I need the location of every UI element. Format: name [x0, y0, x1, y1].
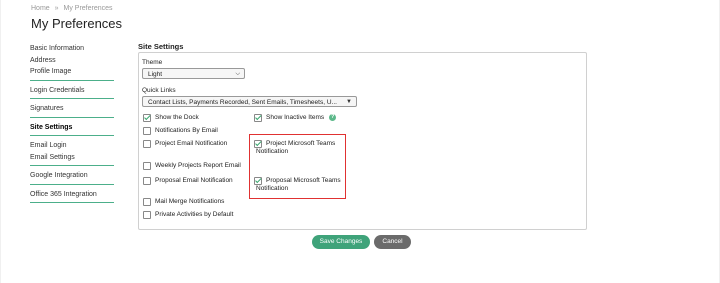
sidebar-group-profile: Basic Information Address Profile Image — [30, 42, 114, 81]
sidebar-item-email-settings[interactable]: Email Settings — [30, 152, 114, 164]
notifications-by-email-option: Notifications By Email — [143, 127, 218, 135]
chevron-down-icon: ⌵ — [235, 71, 240, 77]
sidebar-item-signatures[interactable]: Signatures — [30, 103, 114, 115]
show-dock-checkbox[interactable] — [143, 114, 151, 122]
theme-label: Theme — [142, 59, 163, 66]
private-activities-checkbox[interactable] — [143, 211, 151, 219]
sidebar-group-signatures: Signatures — [30, 102, 114, 118]
sidebar-item-login-credentials[interactable]: Login Credentials — [30, 85, 114, 97]
mail-merge-notifications-option: Mail Merge Notifications — [143, 198, 224, 206]
breadcrumb: Home » My Preferences — [31, 5, 116, 12]
breadcrumb-current: My Preferences — [63, 5, 113, 12]
show-dock-option: Show the Dock — [143, 114, 199, 122]
sidebar-item-profile-image[interactable]: Profile Image — [30, 66, 114, 78]
sidebar-item-address[interactable]: Address — [30, 55, 114, 67]
cancel-button[interactable]: Cancel — [374, 235, 411, 249]
sidebar-group-email: Email Login Email Settings — [30, 139, 114, 166]
mail-merge-notifications-checkbox[interactable] — [143, 198, 151, 206]
breadcrumb-separator: » — [54, 5, 59, 12]
quick-links-select-value: Contact Lists, Payments Recorded, Sent E… — [148, 99, 337, 106]
weekly-projects-report-option: Weekly Projects Report Email — [143, 162, 241, 170]
sidebar-group-office365: Office 365 Integration — [30, 188, 114, 203]
quick-links-select[interactable]: Contact Lists, Payments Recorded, Sent E… — [142, 96, 357, 107]
notifications-by-email-label: Notifications By Email — [155, 127, 218, 134]
show-inactive-label: Show Inactive Items — [266, 114, 325, 121]
sidebar: Basic Information Address Profile Image … — [30, 42, 114, 206]
breadcrumb-home[interactable]: Home — [31, 5, 50, 12]
save-changes-button[interactable]: Save Changes — [312, 235, 370, 249]
theme-select-value: Light — [148, 71, 163, 78]
show-dock-label: Show the Dock — [155, 114, 199, 121]
section-title: Site Settings — [138, 42, 184, 51]
notifications-by-email-checkbox[interactable] — [143, 127, 151, 135]
proposal-email-notification-option: Proposal Email Notification — [143, 177, 233, 185]
help-icon[interactable]: ? — [329, 114, 337, 121]
sidebar-item-office365-integration[interactable]: Office 365 Integration — [30, 189, 114, 201]
sidebar-group-login: Login Credentials — [30, 84, 114, 99]
sidebar-item-site-settings[interactable]: Site Settings — [30, 122, 114, 134]
sidebar-item-email-login[interactable]: Email Login — [30, 140, 114, 152]
weekly-projects-report-label: Weekly Projects Report Email — [155, 162, 241, 169]
sidebar-group-google: Google Integration — [30, 169, 114, 185]
private-activities-label: Private Activities by Default — [155, 211, 234, 218]
project-email-notification-label: Project Email Notification — [155, 140, 228, 147]
teams-notifications-highlight — [249, 134, 346, 199]
proposal-email-notification-checkbox[interactable] — [143, 177, 151, 185]
sidebar-group-site-settings: Site Settings — [30, 121, 114, 136]
private-activities-option: Private Activities by Default — [143, 211, 233, 219]
project-email-notification-checkbox[interactable] — [143, 140, 151, 148]
proposal-email-notification-label: Proposal Email Notification — [155, 177, 233, 184]
sidebar-item-google-integration[interactable]: Google Integration — [30, 170, 114, 182]
show-inactive-option: Show Inactive Items ? — [254, 114, 337, 122]
mail-merge-notifications-label: Mail Merge Notifications — [155, 198, 225, 205]
preferences-page: Home » My Preferences My Preferences Bas… — [1, 0, 719, 283]
theme-select[interactable]: Light ⌵ — [142, 68, 245, 79]
project-email-notification-option: Project Email Notification — [143, 140, 227, 148]
quick-links-label: Quick Links — [142, 87, 176, 94]
page-title: My Preferences — [31, 16, 123, 31]
show-inactive-checkbox[interactable] — [254, 114, 262, 122]
caret-down-icon: ▼ — [346, 99, 352, 105]
weekly-projects-report-checkbox[interactable] — [143, 162, 151, 170]
sidebar-item-basic-information[interactable]: Basic Information — [30, 43, 114, 55]
